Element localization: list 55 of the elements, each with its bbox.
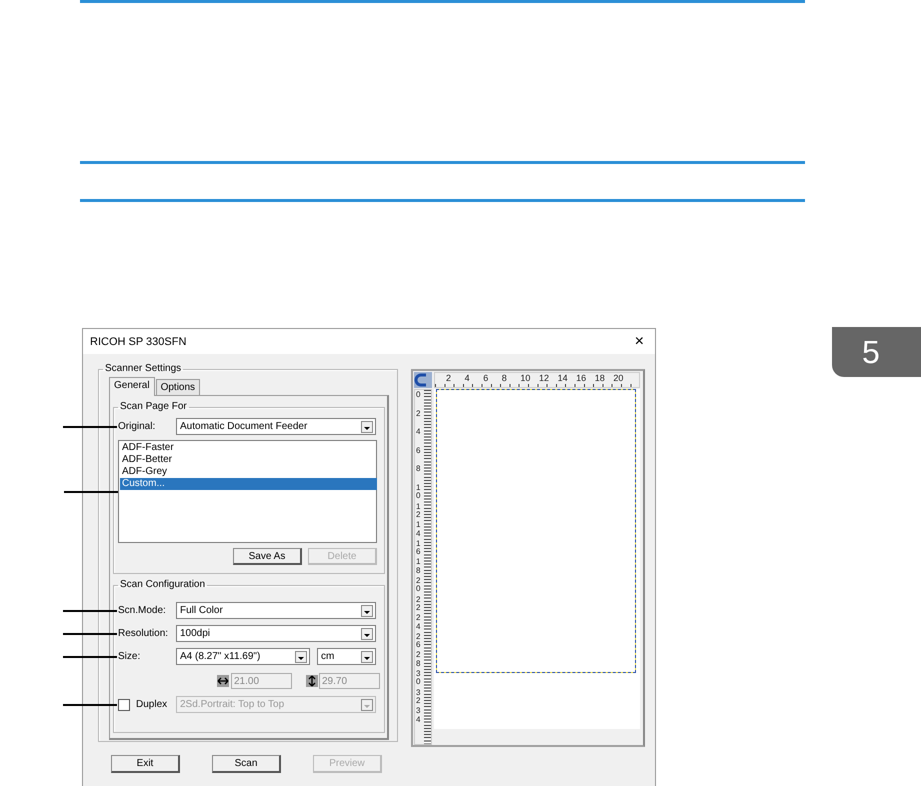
dropdown[interactable]: cm bbox=[317, 648, 376, 665]
dropdown[interactable]: Automatic Document Feeder bbox=[176, 418, 376, 435]
field-label: Resolution: bbox=[118, 628, 176, 639]
ruler-number: 24 bbox=[416, 614, 422, 633]
ruler-number: 6 bbox=[416, 446, 422, 457]
ruler-number: 14 bbox=[416, 521, 422, 540]
ruler-number: 10 bbox=[416, 484, 422, 502]
group-title: Scan Page For bbox=[119, 402, 188, 412]
ruler-number: 10 bbox=[520, 373, 532, 385]
ruler-number: 4 bbox=[416, 428, 422, 438]
ruler-number: 4 bbox=[464, 373, 471, 385]
field-label: Size: bbox=[118, 651, 176, 662]
list-item[interactable]: Custom... bbox=[120, 478, 377, 490]
ruler-number: 2 bbox=[446, 373, 452, 385]
ruler-number: 26 bbox=[416, 632, 422, 651]
ruler-number: 12 bbox=[416, 502, 422, 522]
close-button[interactable]: × bbox=[632, 334, 647, 350]
ruler-number: 16 bbox=[416, 540, 422, 558]
ruler-number: 6 bbox=[483, 373, 490, 385]
ruler-number: 20 bbox=[613, 373, 624, 385]
ruler-number: 18 bbox=[416, 558, 422, 577]
ruler-number: 32 bbox=[416, 688, 422, 707]
ruler-number: 30 bbox=[416, 670, 422, 688]
ruler-number: 12 bbox=[538, 373, 550, 385]
checkbox-label: Duplex bbox=[136, 699, 168, 710]
window-title: RICOH SP 330SFN bbox=[90, 336, 186, 348]
list-item[interactable]: ADF-Faster bbox=[120, 442, 377, 454]
group-title: Scan Configuration bbox=[119, 580, 206, 590]
tab[interactable]: Options bbox=[156, 379, 200, 395]
height-arrow-icon bbox=[306, 675, 318, 687]
ruler-number: 2 bbox=[416, 410, 422, 420]
ruler-number: 28 bbox=[416, 651, 422, 670]
width-arrow-icon bbox=[217, 675, 229, 687]
list-item[interactable]: ADF-Better bbox=[120, 454, 377, 466]
ruler-number: 14 bbox=[558, 373, 569, 385]
ruler-number: 22 bbox=[416, 596, 422, 614]
ruler-number: 8 bbox=[502, 373, 508, 385]
button[interactable]: Exit bbox=[111, 755, 180, 773]
tab[interactable]: General bbox=[109, 377, 155, 396]
list-item[interactable]: ADF-Grey bbox=[120, 466, 377, 478]
button[interactable]: Save As bbox=[233, 548, 302, 565]
field-label: Original: bbox=[118, 421, 176, 432]
button[interactable]: Scan bbox=[212, 755, 281, 773]
field-label: Scn.Mode: bbox=[118, 605, 176, 616]
ruler-number: 8 bbox=[416, 465, 422, 476]
ruler-number: 34 bbox=[416, 707, 422, 726]
group-title: Scanner Settings bbox=[104, 364, 182, 374]
ruler-corner-icon[interactable] bbox=[414, 372, 432, 388]
dropdown[interactable]: 100dpi bbox=[176, 625, 376, 642]
dropdown[interactable]: A4 (8.27" x11.69") bbox=[176, 648, 310, 665]
ruler-number: 16 bbox=[576, 373, 588, 385]
ruler-number: 18 bbox=[594, 373, 606, 385]
ruler-number: 20 bbox=[416, 576, 422, 596]
ruler-number: 0 bbox=[416, 391, 422, 401]
dropdown[interactable]: Full Color bbox=[176, 602, 376, 619]
